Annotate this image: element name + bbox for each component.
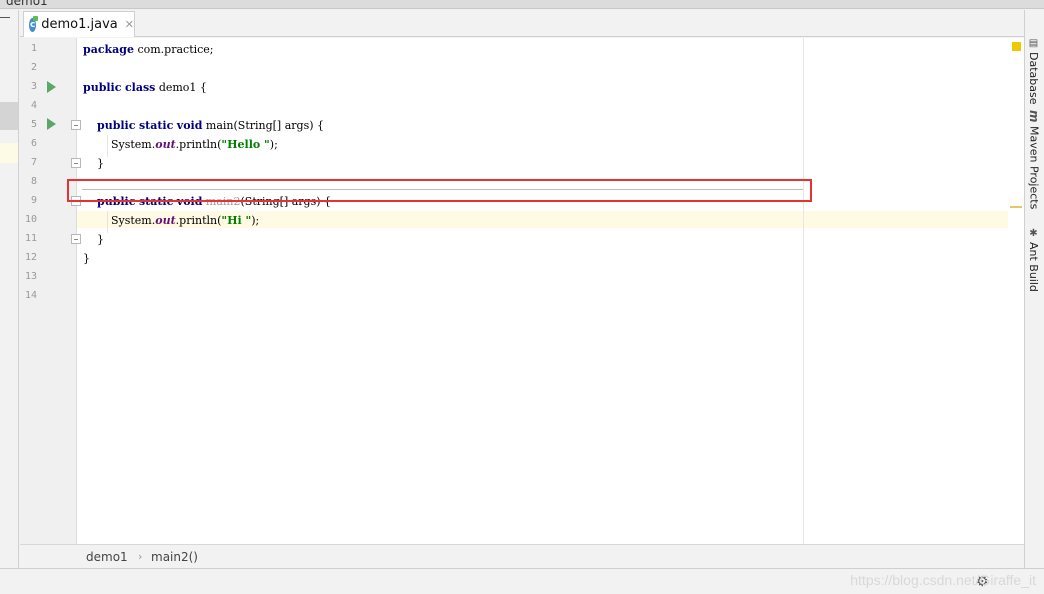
annotation-highlight-box: [67, 179, 812, 202]
line-number: 11: [24, 233, 37, 244]
java-class-icon: c: [29, 15, 39, 32]
line-number: 9: [30, 195, 37, 206]
selected-project-item[interactable]: [0, 102, 18, 130]
highlighted-project-item[interactable]: [0, 143, 18, 163]
run-main-icon[interactable]: [47, 118, 56, 130]
line-number: 7: [30, 157, 37, 168]
line-number: 1: [30, 43, 37, 54]
code-editor[interactable]: 1 2 3 4 5 6 7 8 9 10 11 12 13 14 package…: [20, 38, 1024, 544]
tool-ant-label: Ant Build: [1027, 242, 1040, 292]
line-number: 10: [24, 214, 37, 225]
breadcrumb-method[interactable]: main2(): [151, 550, 198, 564]
project-tool-strip[interactable]: [0, 10, 19, 568]
code-line-10: System.out.println("Hi ");: [110, 214, 260, 227]
maven-icon: m: [1027, 110, 1041, 123]
collapse-icon[interactable]: [0, 17, 10, 18]
breadcrumb-separator: ›: [138, 550, 143, 563]
line-number: 6: [30, 138, 37, 149]
editor-tab-bar: c demo1.java ✕: [20, 10, 1024, 37]
tab-label: demo1.java: [41, 17, 118, 32]
tab-demo1-java[interactable]: c demo1.java ✕: [23, 11, 135, 37]
project-crumb[interactable]: demo1: [6, 0, 48, 8]
code-line-3: public class demo1 {: [83, 81, 207, 94]
line-number: 4: [30, 100, 37, 111]
code-line-7: }: [97, 157, 104, 170]
code-area[interactable]: package com.practice; public class demo1…: [77, 38, 1024, 544]
watermark: https://blog.csdn.net/Giraffe_it: [850, 572, 1036, 588]
tool-maven-label: Maven Projects: [1027, 125, 1041, 209]
line-number: 12: [24, 252, 37, 263]
tool-database-label: Database: [1027, 52, 1040, 105]
line-number: 5: [30, 119, 37, 130]
line-number: 3: [30, 81, 37, 92]
line-number: 13: [24, 271, 37, 282]
project-title-strip: demo1: [0, 0, 1044, 9]
warning-indicator-icon[interactable]: [1012, 42, 1021, 51]
code-line-12: }: [83, 252, 90, 265]
line-number: 14: [24, 290, 37, 301]
error-stripe[interactable]: [1008, 38, 1024, 544]
code-line-1: package com.practice;: [83, 43, 214, 56]
close-icon[interactable]: ✕: [125, 18, 134, 31]
status-bar: ⚙ https://blog.csdn.net/Giraffe_it: [0, 568, 1044, 594]
right-margin-guide: [803, 38, 804, 544]
ant-icon: ✱: [1028, 228, 1039, 239]
database-icon: ▤: [1028, 38, 1039, 49]
tool-ant-build[interactable]: ✱ Ant Build: [1027, 228, 1040, 292]
code-line-5: public static void main(String[] args) {: [97, 119, 325, 132]
line-number-gutter[interactable]: 1 2 3 4 5 6 7 8 9 10 11 12 13 14: [20, 38, 81, 544]
right-tool-window-bar: ▤ Database m Maven Projects ✱ Ant Build: [1024, 10, 1044, 568]
breadcrumb: demo1 › main2(): [20, 544, 1024, 568]
line-number: 2: [30, 62, 37, 73]
line-number: 8: [30, 176, 37, 187]
run-class-icon[interactable]: [47, 81, 56, 93]
tool-maven-projects[interactable]: m Maven Projects: [1027, 110, 1041, 209]
breadcrumb-file[interactable]: demo1: [86, 550, 128, 564]
code-line-6: System.out.println("Hello ");: [110, 138, 278, 151]
code-line-11: }: [97, 233, 104, 246]
warning-mark[interactable]: [1010, 206, 1022, 208]
tool-database[interactable]: ▤ Database: [1027, 38, 1040, 105]
